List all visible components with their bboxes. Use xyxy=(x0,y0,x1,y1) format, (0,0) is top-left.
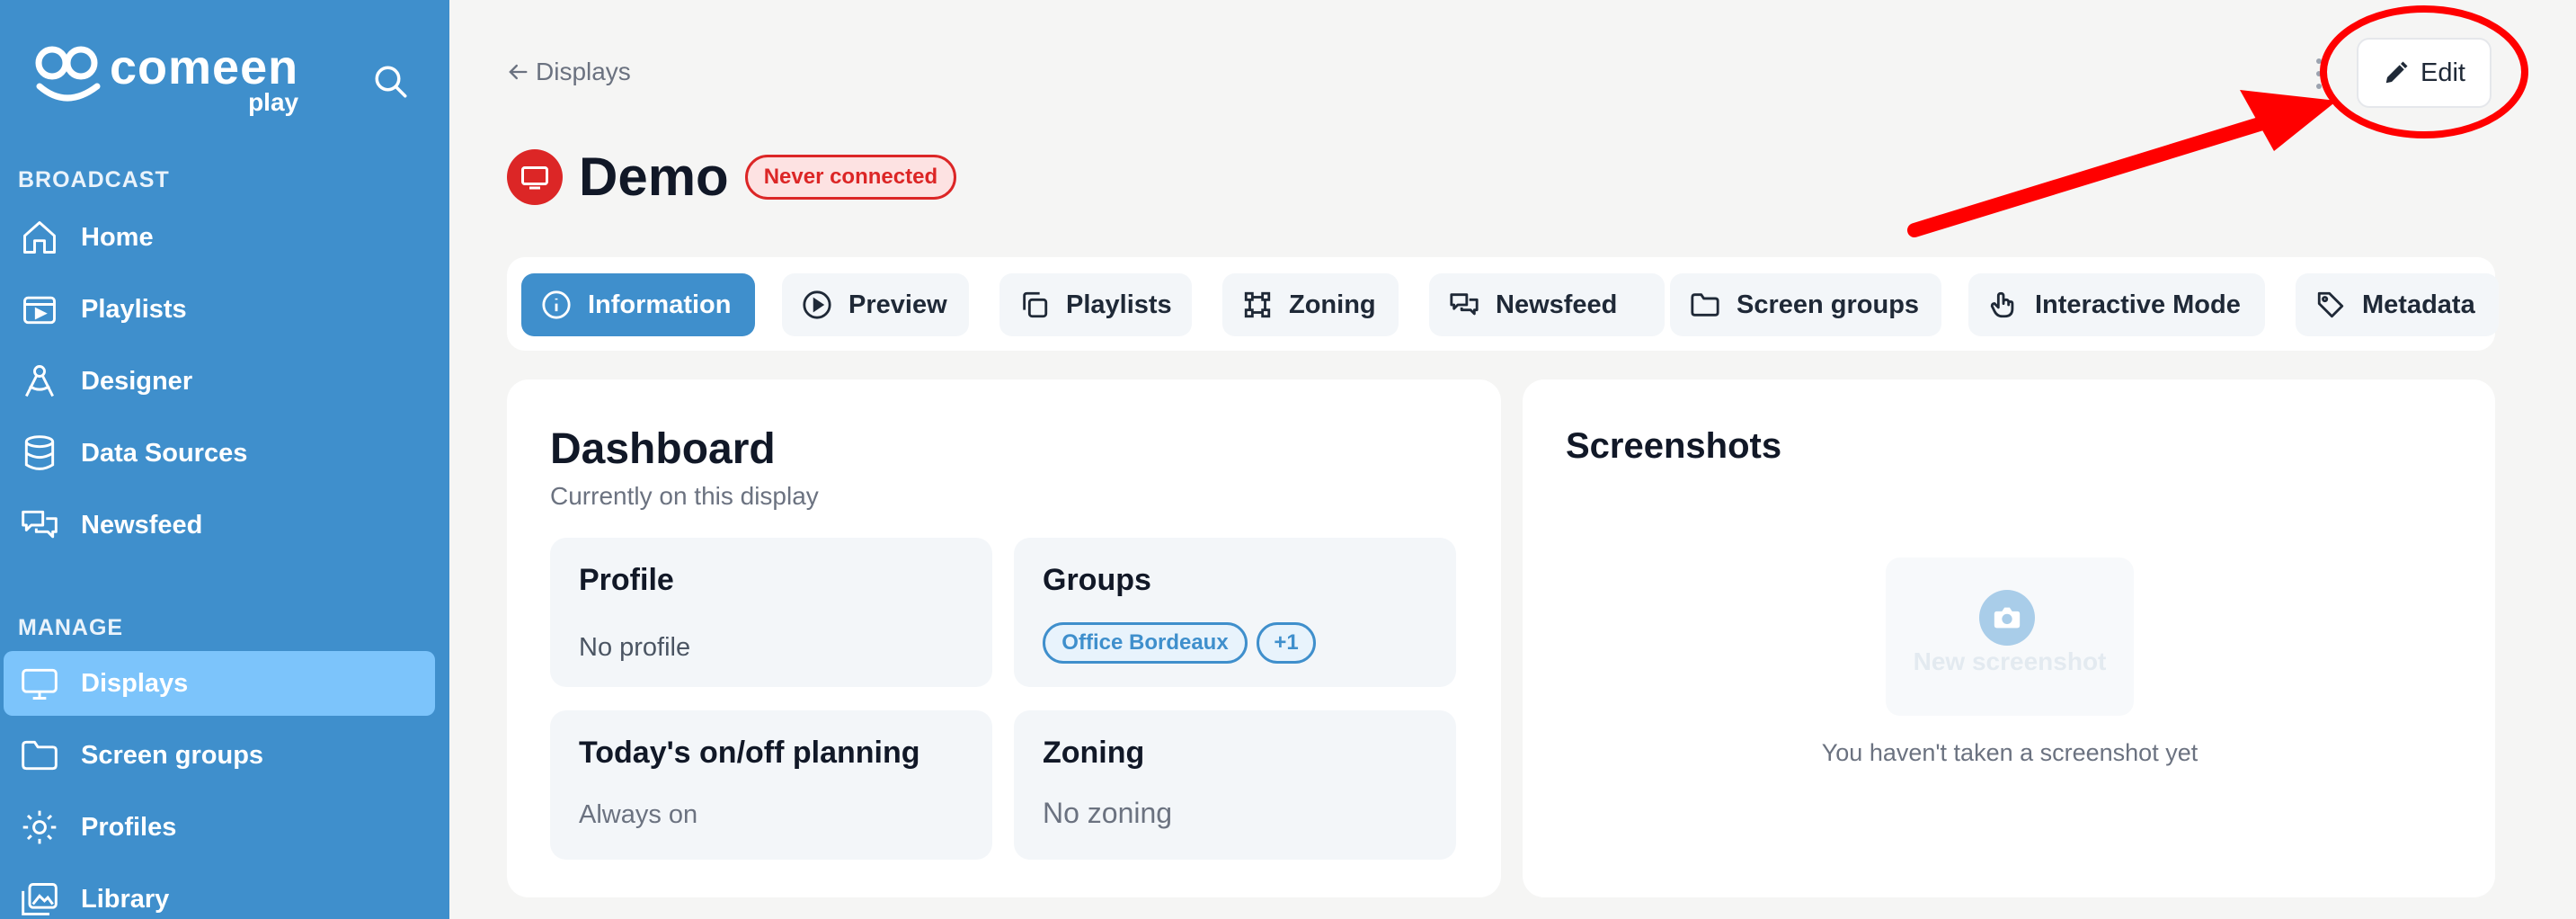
hand-icon xyxy=(1990,291,2014,318)
database-icon xyxy=(24,435,55,470)
page-title: Demo xyxy=(579,147,729,207)
edit-label: Edit xyxy=(2421,58,2465,87)
monitor-icon xyxy=(22,668,58,700)
search-icon[interactable] xyxy=(372,63,410,101)
info-icon xyxy=(542,290,571,319)
chat-icon xyxy=(1450,293,1479,316)
sidebar-item-label: Screen groups xyxy=(81,740,264,770)
tag-icon xyxy=(2317,291,2344,318)
home-icon xyxy=(23,221,56,254)
tab-label: Newsfeed xyxy=(1496,290,1618,319)
group-more-chip[interactable]: +1 xyxy=(1257,622,1316,664)
tile-value: Always on xyxy=(579,800,698,829)
sidebar-item-newsfeed[interactable]: Newsfeed xyxy=(4,493,435,558)
crop-icon xyxy=(1244,291,1271,318)
playlist-icon xyxy=(23,296,56,325)
gear-icon xyxy=(22,810,57,844)
sidebar-item-label: Library xyxy=(81,884,170,914)
logo-word: comeen xyxy=(110,40,299,94)
pencil-icon xyxy=(2385,61,2408,84)
tab-label: Screen groups xyxy=(1737,290,1920,319)
sidebar-item-home[interactable]: Home xyxy=(4,205,435,270)
arrow-left-icon xyxy=(509,64,528,80)
tab-preview[interactable]: Preview xyxy=(782,273,969,336)
camera-button[interactable] xyxy=(1979,590,2035,646)
tab-playlists[interactable]: Playlists xyxy=(999,273,1192,336)
logo[interactable]: comeen play xyxy=(34,43,298,115)
tile-title: Groups xyxy=(1043,563,1151,597)
annotation-arrow-shaft xyxy=(1907,110,2290,237)
tab-metadata[interactable]: Metadata xyxy=(2296,273,2499,336)
tab-label: Zoning xyxy=(1289,290,1376,319)
sidebar-item-data-sources[interactable]: Data Sources xyxy=(4,421,435,486)
back-label: Displays xyxy=(536,58,631,85)
sidebar-item-label: Data Sources xyxy=(81,438,248,468)
tab-label: Information xyxy=(588,290,732,319)
sidebar: comeen play BROADCAST Home Playlists Des… xyxy=(0,0,449,919)
tab-newsfeed[interactable]: Newsfeed xyxy=(1429,273,1665,336)
play-icon xyxy=(803,290,831,319)
folder-icon xyxy=(1691,293,1719,317)
zoning-tile: Zoning No zoning xyxy=(1014,710,1456,860)
sidebar-item-label: Profiles xyxy=(81,812,177,842)
sidebar-item-label: Designer xyxy=(81,366,193,396)
tab-label: Playlists xyxy=(1066,290,1172,319)
dashboard-title: Dashboard xyxy=(550,425,776,473)
folder-icon xyxy=(22,740,58,771)
back-link[interactable]: Displays xyxy=(505,58,631,86)
tile-title: Today's on/off planning xyxy=(579,736,920,770)
sidebar-item-playlists[interactable]: Playlists xyxy=(4,277,435,342)
display-status-icon xyxy=(507,148,563,205)
sidebar-item-profiles[interactable]: Profiles xyxy=(4,795,435,860)
tile-value: No zoning xyxy=(1043,797,1173,829)
more-options-icon[interactable] xyxy=(2315,56,2323,92)
copy-icon xyxy=(1023,291,1048,318)
new-screenshot-label: New screenshot xyxy=(1913,647,2107,675)
tab-label: Interactive Mode xyxy=(2035,290,2241,319)
group-chip[interactable]: Office Bordeaux xyxy=(1043,622,1248,664)
sidebar-item-label: Displays xyxy=(81,668,189,698)
dashboard-subtitle: Currently on this display xyxy=(550,482,819,510)
sidebar-item-label: Playlists xyxy=(81,294,187,324)
images-icon xyxy=(22,883,58,915)
tile-title: Profile xyxy=(579,563,674,597)
sidebar-item-displays[interactable]: Displays xyxy=(4,651,435,716)
tab-label: Preview xyxy=(848,290,947,319)
tab-screen-groups[interactable]: Screen groups xyxy=(1670,273,1941,336)
screenshots-empty-text: You haven't taken a screenshot yet xyxy=(1821,739,2198,766)
sidebar-item-library[interactable]: Library xyxy=(4,867,435,919)
tab-information[interactable]: Information xyxy=(521,273,755,336)
edit-button[interactable]: Edit xyxy=(2357,38,2492,108)
sidebar-item-screen-groups[interactable]: Screen groups xyxy=(4,723,435,788)
monitor-icon xyxy=(521,165,548,189)
section-title-manage: MANAGE xyxy=(18,615,124,640)
profile-tile: Profile No profile xyxy=(550,538,992,687)
planning-tile: Today's on/off planning Always on xyxy=(550,710,992,860)
sidebar-item-designer[interactable]: Designer xyxy=(4,349,435,414)
dashboard-card: Dashboard Currently on this display Prof… xyxy=(507,379,1501,897)
camera-icon xyxy=(1994,607,2021,629)
screenshots-title: Screenshots xyxy=(1566,426,1782,466)
tab-label: Metadata xyxy=(2362,290,2475,319)
tab-bar: Information Preview Playlists Zoning New… xyxy=(507,257,2499,351)
tile-value: No profile xyxy=(579,633,691,662)
title-row: Demo Never connected xyxy=(507,146,957,208)
sidebar-item-label: Newsfeed xyxy=(81,510,203,540)
sidebar-item-label: Home xyxy=(81,222,154,252)
chat-icon xyxy=(22,510,58,539)
designer-icon xyxy=(25,365,54,397)
tab-zoning[interactable]: Zoning xyxy=(1222,273,1399,336)
status-badge: Never connected xyxy=(744,154,957,200)
annotation-arrow-head xyxy=(2240,90,2337,151)
tile-title: Zoning xyxy=(1043,736,1145,770)
comeen-logo-icon xyxy=(35,46,101,102)
groups-tile: Groups Office Bordeaux +1 xyxy=(1014,538,1456,687)
tab-interactive-mode[interactable]: Interactive Mode xyxy=(1968,273,2265,336)
section-title-broadcast: BROADCAST xyxy=(18,167,170,192)
